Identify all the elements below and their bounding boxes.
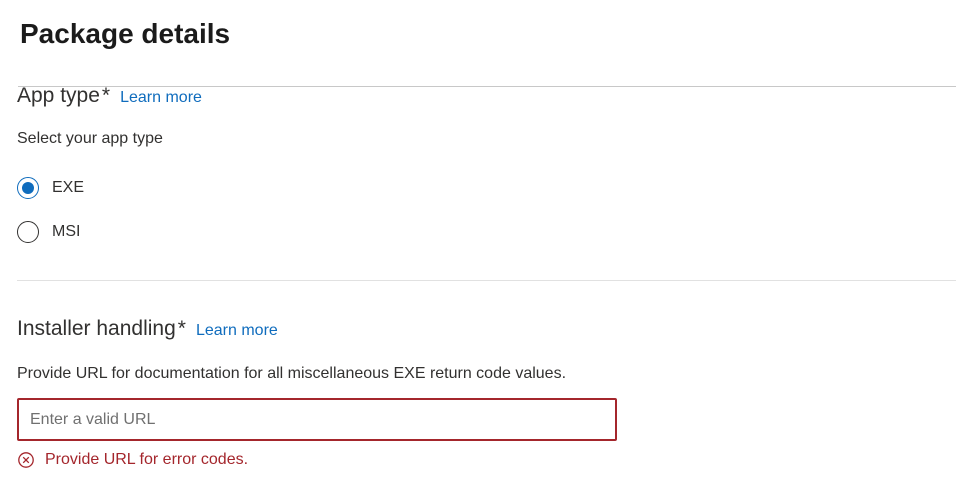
installer-handling-title: Installer handling — [17, 317, 176, 340]
documentation-url-input[interactable] — [17, 398, 617, 441]
radio-button-msi[interactable] — [17, 221, 39, 243]
error-circle-icon — [17, 451, 35, 469]
radio-option-exe[interactable]: EXE — [17, 177, 84, 199]
radio-selected-dot — [22, 182, 34, 194]
radio-label-msi: MSI — [52, 223, 81, 240]
app-type-description: Select your app type — [17, 130, 163, 147]
required-marker: * — [101, 84, 111, 107]
installer-handling-learn-more-link[interactable]: Learn more — [196, 322, 278, 340]
radio-label-exe: EXE — [52, 179, 85, 196]
page-title: Package details — [20, 18, 231, 49]
section-divider — [17, 280, 956, 281]
url-error-message: Provide URL for error codes. — [17, 451, 248, 469]
installer-handling-heading: Installer handling * Learn more — [17, 317, 278, 341]
radio-option-msi[interactable]: MSI — [17, 221, 80, 243]
app-type-learn-more-link[interactable]: Learn more — [120, 89, 202, 107]
installer-handling-description: Provide URL for documentation for all mi… — [17, 365, 567, 382]
required-marker: * — [177, 317, 186, 340]
app-type-heading: App type * Learn more — [17, 84, 202, 108]
error-text: Provide URL for error codes. — [45, 451, 249, 468]
app-type-title: App type — [17, 84, 100, 107]
radio-button-exe[interactable] — [17, 177, 39, 199]
